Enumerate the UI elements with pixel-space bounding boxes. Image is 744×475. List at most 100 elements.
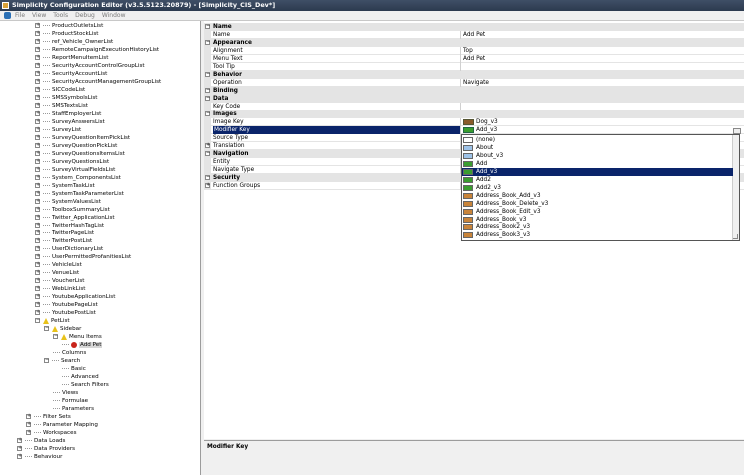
collapse-icon[interactable]: − xyxy=(205,39,210,45)
menu-file[interactable]: File xyxy=(15,12,25,19)
expand-icon[interactable]: + xyxy=(35,38,40,44)
property-value[interactable]: Top xyxy=(463,47,473,55)
expand-icon[interactable]: + xyxy=(17,454,22,460)
tree-item[interactable]: + SurveyAnswersList xyxy=(35,118,105,126)
dropdown-scrollbar[interactable] xyxy=(732,135,739,240)
expand-icon[interactable]: + xyxy=(35,206,40,212)
property-value[interactable]: Navigate xyxy=(463,79,489,87)
expand-icon[interactable]: + xyxy=(35,286,40,292)
property-row[interactable]: Name Add Pet xyxy=(204,30,744,39)
expand-icon[interactable]: + xyxy=(205,143,210,149)
tree-item[interactable]: + YoutubePageList xyxy=(35,301,98,309)
property-row[interactable]: Menu Text Add Pet xyxy=(204,54,744,63)
tree-item[interactable]: + SecurityAccountControlGroupList xyxy=(35,62,145,70)
tree-item[interactable]: + SystemTaskList xyxy=(35,182,95,190)
expand-icon[interactable]: + xyxy=(26,422,31,428)
property-value[interactable]: Add Pet xyxy=(463,31,485,39)
tree-item[interactable]: + TwitterPostList xyxy=(35,237,92,245)
expand-icon[interactable]: + xyxy=(35,262,40,268)
menu-view[interactable]: View xyxy=(32,12,46,19)
tree-item[interactable]: + SurveyQuestionPickList xyxy=(35,142,117,150)
tree-item[interactable]: + ToolboxSummaryList xyxy=(35,206,110,214)
expand-icon[interactable]: + xyxy=(35,238,40,244)
tree-item[interactable]: − PetList xyxy=(35,317,70,325)
tree-item[interactable]: + ReportMenuItemList xyxy=(35,54,108,62)
tree-item[interactable]: + VenueList xyxy=(35,269,79,277)
expand-icon[interactable]: + xyxy=(35,182,40,188)
tree-item[interactable]: + SystemTaskParameterList xyxy=(35,190,124,198)
property-row[interactable]: Operation Navigate xyxy=(204,78,744,87)
expand-icon[interactable]: + xyxy=(35,190,40,196)
tree-item[interactable]: + SMSSymbolsList xyxy=(35,94,97,102)
dropdown-option[interactable]: Add2 xyxy=(462,176,733,184)
tree-item[interactable]: + SurveyQuestionsItemsList xyxy=(35,150,125,158)
expand-icon[interactable]: + xyxy=(35,302,40,308)
dropdown-option[interactable]: About xyxy=(462,144,733,152)
tree-item[interactable]: + RemoteCampaignExecutionHistoryList xyxy=(35,46,159,54)
tree-item[interactable]: Add Pet xyxy=(62,341,103,349)
tree-item[interactable]: + StaffEmployerList xyxy=(35,110,101,118)
dropdown-option[interactable]: Add xyxy=(462,160,733,168)
tree-item[interactable]: + VehicleList xyxy=(35,261,82,269)
tree-item[interactable]: + ProductOutletsList xyxy=(35,22,103,30)
expand-icon[interactable]: + xyxy=(17,446,22,452)
expand-icon[interactable]: + xyxy=(35,118,40,124)
expand-icon[interactable]: + xyxy=(35,142,40,148)
expand-icon[interactable]: + xyxy=(35,310,40,316)
expand-icon[interactable]: + xyxy=(35,278,40,284)
tree-item[interactable]: + SurveyList xyxy=(35,126,81,134)
property-value[interactable]: Dog_v3 xyxy=(463,118,498,126)
category-header[interactable]: − Appearance xyxy=(204,38,744,47)
collapse-icon[interactable]: − xyxy=(35,318,40,324)
collapse-icon[interactable]: − xyxy=(205,151,210,157)
tree-item[interactable]: + Filter Sets xyxy=(26,413,71,421)
collapse-icon[interactable]: − xyxy=(205,95,210,101)
tree-item[interactable]: + SecurityAccountList xyxy=(35,70,107,78)
tree-item[interactable]: Columns xyxy=(53,349,86,357)
collapse-icon[interactable]: − xyxy=(205,111,210,117)
tree-item[interactable]: + SurveyVirtualFieldsList xyxy=(35,166,115,174)
tree-item[interactable]: Parameters xyxy=(53,405,94,413)
expand-icon[interactable]: + xyxy=(35,246,40,252)
menu-debug[interactable]: Debug xyxy=(75,12,95,19)
dropdown-option[interactable]: Add2_v3 xyxy=(462,184,733,192)
expand-icon[interactable]: + xyxy=(35,174,40,180)
expand-icon[interactable]: + xyxy=(35,254,40,260)
tree-item[interactable]: + Twitter_ApplicationList xyxy=(35,214,115,222)
expand-icon[interactable]: + xyxy=(35,46,40,52)
category-header[interactable]: − Name xyxy=(204,23,744,31)
resize-grip-icon[interactable] xyxy=(733,234,738,239)
collapse-icon[interactable]: − xyxy=(205,175,210,181)
expand-icon[interactable]: + xyxy=(35,62,40,68)
tree-item[interactable]: + Data Providers xyxy=(17,445,75,453)
tree-item[interactable]: + Workspaces xyxy=(26,429,77,437)
tree-item[interactable]: Formulae xyxy=(53,397,88,405)
tree-item[interactable]: + WebLinkList xyxy=(35,285,85,293)
expand-icon[interactable]: + xyxy=(35,270,40,276)
tree-item[interactable]: − Search xyxy=(44,357,80,365)
dropdown-option[interactable]: Address_Book2_v3 xyxy=(462,223,733,231)
dropdown-option[interactable]: Address_Book_Add_v3 xyxy=(462,192,733,200)
expand-icon[interactable]: + xyxy=(205,183,210,188)
expand-icon[interactable]: + xyxy=(35,198,40,204)
dropdown-option[interactable]: Address_Book3_v3 xyxy=(462,231,733,239)
dropdown-option[interactable]: Address_Book_Delete_v3 xyxy=(462,200,733,208)
menu-tools[interactable]: Tools xyxy=(53,12,68,19)
expand-icon[interactable]: + xyxy=(35,166,40,172)
collapse-icon[interactable]: − xyxy=(205,87,210,93)
tree-item[interactable]: + UserPermittedProfanitiesList xyxy=(35,253,131,261)
expand-icon[interactable]: + xyxy=(35,134,40,140)
tree-item[interactable]: + Data Loads xyxy=(17,437,65,445)
dropdown-option[interactable]: About_v3 xyxy=(462,152,733,160)
expand-icon[interactable]: + xyxy=(35,222,40,228)
tree-item[interactable]: + SMSTextsList xyxy=(35,102,88,110)
expand-icon[interactable]: + xyxy=(35,110,40,116)
category-header[interactable]: − Data xyxy=(204,94,744,103)
expand-icon[interactable]: + xyxy=(26,430,31,436)
expand-icon[interactable]: + xyxy=(35,126,40,132)
expand-icon[interactable]: + xyxy=(35,102,40,108)
expand-icon[interactable]: + xyxy=(35,94,40,100)
tree-item[interactable]: + TwitterHashTagList xyxy=(35,222,104,230)
tree-item[interactable]: + VoucherList xyxy=(35,277,85,285)
expand-icon[interactable]: + xyxy=(35,150,40,156)
